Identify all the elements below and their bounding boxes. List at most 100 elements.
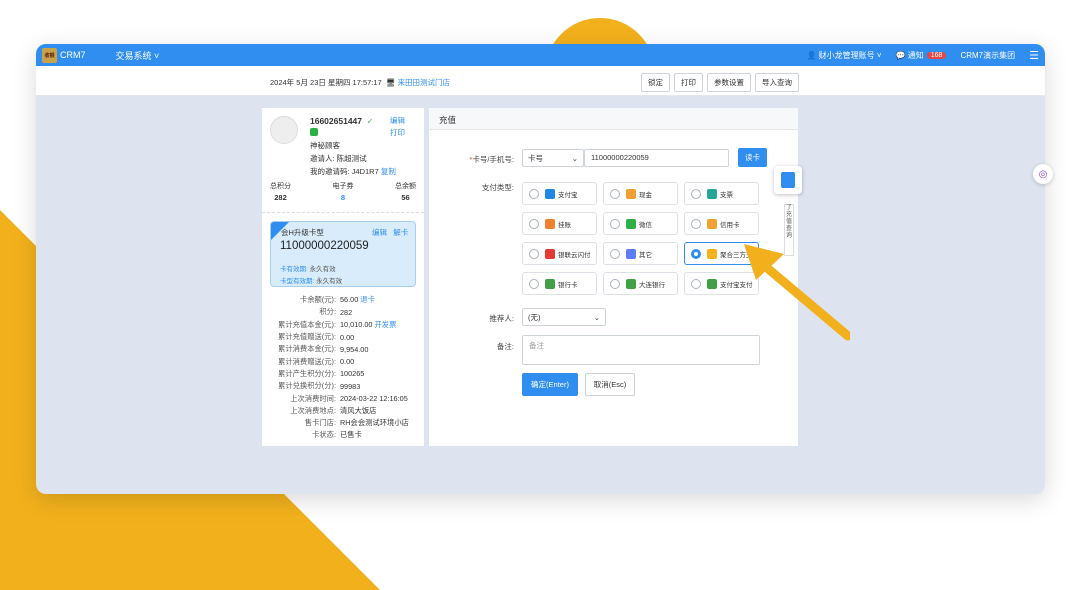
radio-selected xyxy=(691,248,701,259)
card-unbind-link[interactable]: 解卡 xyxy=(393,228,408,237)
store-link[interactable]: 来田田测试门店 xyxy=(398,78,451,87)
brand-name: CRM7 xyxy=(60,50,86,60)
remark-textarea[interactable]: 备注 xyxy=(522,335,760,365)
read-card-button[interactable]: 读卡 xyxy=(738,148,767,167)
nav-trade-system[interactable]: 交易系统 ˅ xyxy=(116,49,160,62)
info-row: 售卡门店: RH会会测试环境小店 xyxy=(304,418,409,428)
card-info-list: 卡余额(元): 56.00 退卡 积分: 282 累计充值本金(元): 10,010.… xyxy=(266,294,420,442)
phone-number: 16602651447 xyxy=(310,116,363,126)
alipay-icon xyxy=(545,188,555,199)
wechat-icon xyxy=(626,218,636,229)
pay-option-bank-card[interactable]: 银行卡 xyxy=(522,272,597,295)
inviter: 邀请人: 陈超测试 xyxy=(310,154,367,163)
aggregated-pay-icon xyxy=(707,248,717,259)
card-type: 会H升级卡型 xyxy=(281,228,324,237)
settings-button[interactable]: 参数设置 xyxy=(707,73,751,92)
pay-option-wechat[interactable]: 微信 xyxy=(603,212,678,235)
import-query-button[interactable]: 导入查询 xyxy=(755,73,799,92)
info-row: 累计充值赠送(元): 0.00 xyxy=(278,332,355,342)
chevron-down-icon: ⌄ xyxy=(571,153,578,163)
notify-label: 通知 xyxy=(907,50,924,60)
info-row: 累计消费本金(元): 9,954.00 xyxy=(278,344,369,354)
notifications[interactable]: 💬 通知 168 xyxy=(896,50,947,61)
pay-option-cheque[interactable]: 支票 xyxy=(684,182,759,205)
info-row: 积分: 282 xyxy=(319,307,353,317)
confirm-button[interactable]: 确定(Enter) xyxy=(522,373,578,396)
card-type-expire: 卡型有效期: 永久有效 xyxy=(280,278,343,285)
stat-coupons[interactable]: 电子券 8 xyxy=(333,181,354,202)
referrer-select[interactable]: (无) ⌄ xyxy=(522,308,606,326)
member-card: 会H升级卡型 编辑 解卡 11000000220059 卡有效期: 永久有效 卡… xyxy=(270,221,416,287)
cheque-icon xyxy=(707,188,717,199)
pay-option-alipay[interactable]: 支付宝 xyxy=(522,182,597,205)
member-stats: 总积分 282 电子券 8 总余额 56 xyxy=(270,181,416,202)
print-member-link[interactable]: 打印 xyxy=(390,127,405,138)
app-window: 收银 CRM7 交易系统 ˅ 👤 财小龙管理账号 ˅ 💬 通知 168 CRM7… xyxy=(36,44,1045,494)
card-expire: 卡有效期: 永久有效 xyxy=(280,266,336,273)
hamburger-menu-icon[interactable]: ☰ xyxy=(1029,49,1039,62)
invoice-link[interactable]: 开发票 xyxy=(375,320,397,329)
member-header: 16602651447 ✓ 编辑 打印 神秘顾客 邀请人: 陈超测试 我的邀请码… xyxy=(262,108,424,213)
radio xyxy=(610,218,620,229)
grid-icon xyxy=(781,172,795,188)
edit-member-link[interactable]: 编辑 xyxy=(390,115,405,126)
radio xyxy=(610,248,620,259)
member-name: 神秘顾客 xyxy=(310,141,340,150)
card-edit-link[interactable]: 编辑 xyxy=(372,228,387,237)
info-row: 累计兑换积分(分): 99983 xyxy=(278,381,361,391)
app-logo: 收银 xyxy=(42,47,57,63)
info-row: 上次消费地点: 清风大饭店 xyxy=(290,405,377,415)
datetime: 2024年 5月 23日 星期四 17:57:17 xyxy=(270,78,382,87)
cancel-button[interactable]: 取消(Esc) xyxy=(585,373,635,396)
info-row: 累计产生积分(分): 100265 xyxy=(278,368,365,379)
pay-option-cash[interactable]: 现金 xyxy=(603,182,678,205)
stat-balance: 总余额 56 xyxy=(395,183,416,202)
refund-card-link[interactable]: 退卡 xyxy=(360,295,375,304)
account-menu[interactable]: 👤 财小龙管理账号 ˅ xyxy=(806,50,881,61)
lock-button[interactable]: 锁定 xyxy=(641,73,670,92)
chevron-down-icon: ⌄ xyxy=(593,312,600,322)
date-info: 2024年 5月 23日 星期四 17:57:17 🖥 来田田测试门店 xyxy=(270,77,450,88)
radio xyxy=(529,278,539,289)
action-buttons: 锁定 打印 参数设置 导入查询 xyxy=(641,73,799,92)
info-row: 上次消费时间: 2024-03-22 12:16:05 xyxy=(290,393,408,404)
org-name[interactable]: CRM7演示集团 xyxy=(960,50,1015,61)
member-phone: 16602651447 ✓ xyxy=(310,116,373,126)
pointer-arrow-icon xyxy=(744,244,850,341)
radio xyxy=(691,278,701,289)
ledger-icon xyxy=(545,218,555,229)
card-number-input[interactable]: 11000000220059 xyxy=(584,149,729,167)
stat-points: 总积分 282 xyxy=(270,183,291,202)
calculator-float-icon[interactable] xyxy=(774,166,802,194)
message-icon: 💬 xyxy=(895,50,908,60)
pay-option-unionpay[interactable]: 银联云闪付 xyxy=(522,242,597,265)
cash-icon xyxy=(626,188,636,199)
info-row: 累计充值本金(元): 10,010.00 开发票 xyxy=(278,319,397,329)
avatar xyxy=(270,116,298,144)
copy-link[interactable]: 复制 xyxy=(381,167,396,176)
notify-badge: 168 xyxy=(926,51,947,59)
pay-option-dalian-bank[interactable]: 大连银行 xyxy=(603,272,678,295)
sub-bar: 2024年 5月 23日 星期四 17:57:17 🖥 来田田测试门店 锁定 打… xyxy=(36,66,1045,96)
user-icon: 👤 xyxy=(806,50,819,60)
remark-label: 备注: xyxy=(496,342,514,351)
pay-option-credit-account[interactable]: 挂账 xyxy=(522,212,597,235)
account-name: 财小龙管理账号 ˅ xyxy=(818,50,882,60)
monitor-icon: 🖥 xyxy=(383,78,396,87)
info-row: 累计消费赠送(元): 0.00 xyxy=(278,356,355,367)
invite-code: 我的邀请码: J4D1R7 复制 xyxy=(310,166,396,177)
card-type-select[interactable]: 卡号 ⌄ xyxy=(522,149,584,167)
print-button[interactable]: 打印 xyxy=(674,73,703,92)
card-number: 11000000220059 xyxy=(280,240,369,252)
pay-type-label: 支付类型: xyxy=(481,183,514,192)
member-panel: 16602651447 ✓ 编辑 打印 神秘顾客 邀请人: 陈超测试 我的邀请码… xyxy=(262,108,424,446)
pay-option-other[interactable]: 其它 xyxy=(603,242,678,265)
top-bar: 收银 CRM7 交易系统 ˅ 👤 财小龙管理账号 ˅ 💬 通知 168 CRM7… xyxy=(36,44,1045,66)
edge-assistant-icon[interactable]: ◎ xyxy=(1033,164,1053,184)
panel-title: 充值 xyxy=(429,108,798,130)
alipay-pay-icon xyxy=(707,278,717,289)
card-label: *卡号/手机号: xyxy=(469,155,514,164)
radio xyxy=(529,248,539,259)
bank-card-icon xyxy=(545,278,555,289)
invite-code-value: 我的邀请码: J4D1R7 xyxy=(310,167,379,176)
